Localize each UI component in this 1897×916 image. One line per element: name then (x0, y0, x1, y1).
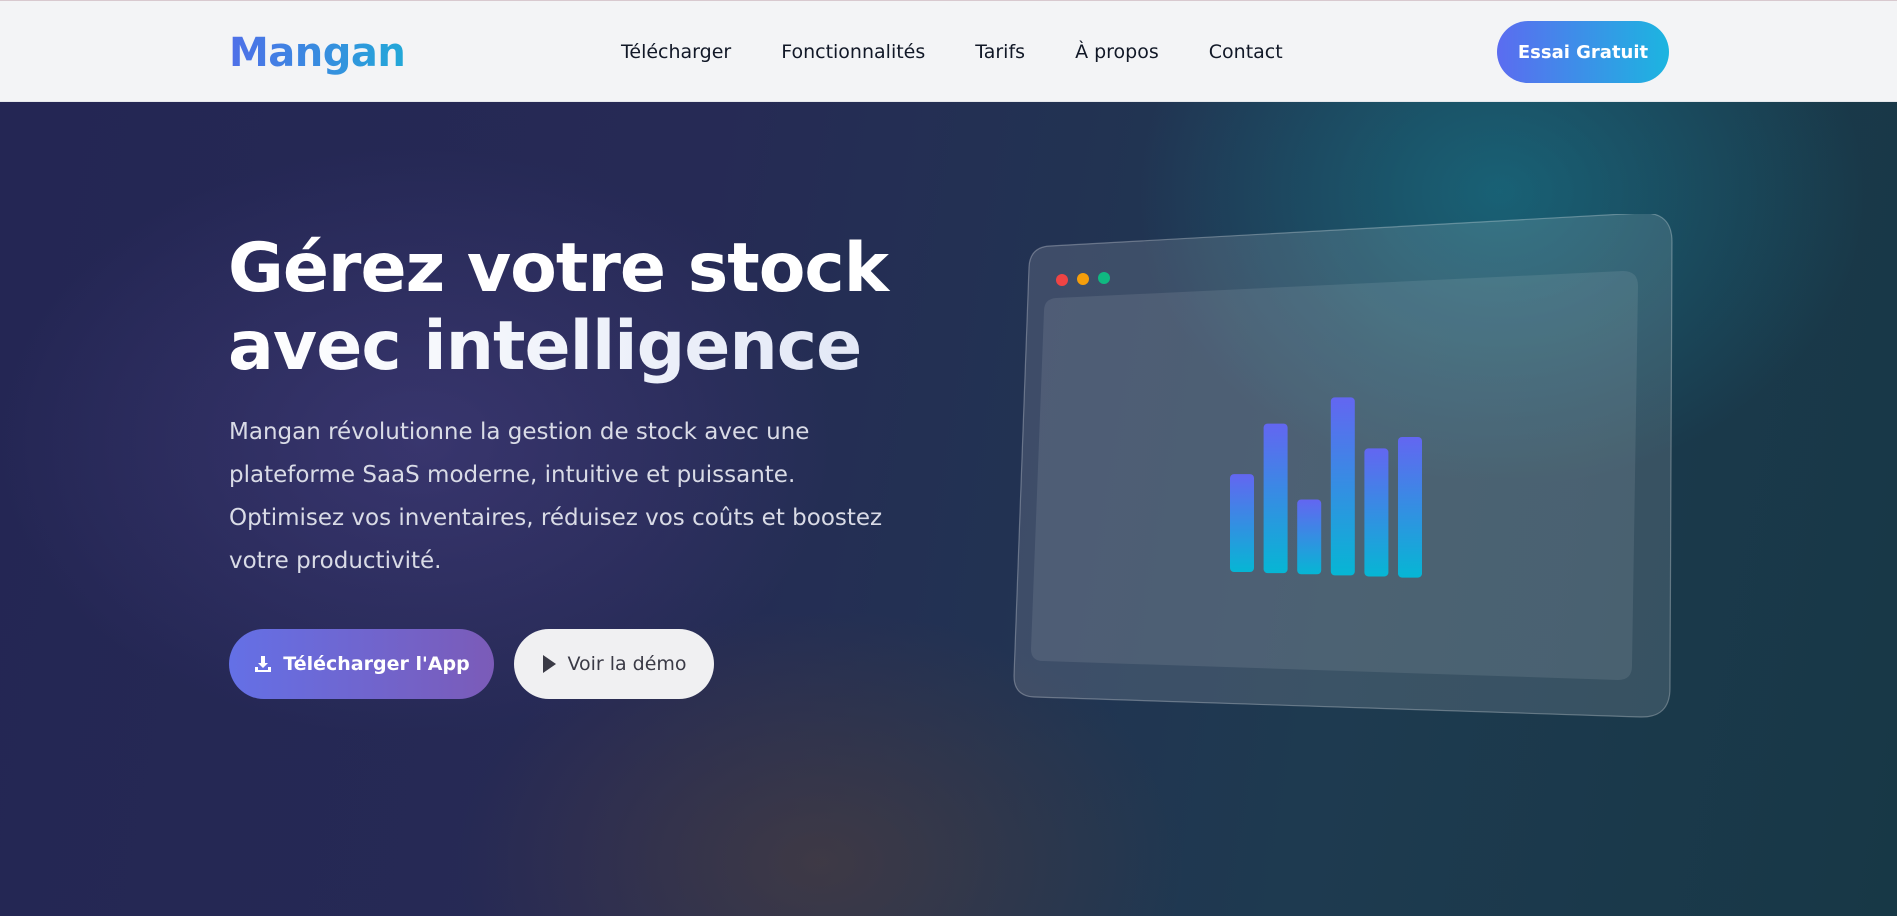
download-app-label: Télécharger l'App (283, 653, 470, 675)
hero-title-line-1: Gérez votre stock (228, 229, 889, 308)
mockup-bar (1330, 397, 1355, 576)
hero-description: Mangan révolutionne la gestion de stock … (229, 419, 883, 574)
hero-title-line-2: avec intelligence (228, 308, 948, 386)
nav-links: Télécharger Fonctionnalités Tarifs À pro… (621, 39, 1283, 65)
dashboard-mockup-graphic (1013, 214, 1673, 718)
watch-demo-button[interactable]: Voir la démo (514, 629, 714, 699)
watch-demo-label: Voir la démo (567, 653, 687, 675)
download-icon (253, 654, 273, 674)
nav-link-telecharger[interactable]: Télécharger (621, 39, 731, 65)
free-trial-button[interactable]: Essai Gratuit (1497, 21, 1669, 83)
mockup-bar (1398, 436, 1422, 578)
nav-link-tarifs[interactable]: Tarifs (975, 39, 1025, 65)
play-icon (541, 654, 557, 674)
download-app-button[interactable]: Télécharger l'App (229, 629, 494, 699)
logo[interactable]: Mangan (229, 29, 406, 77)
mockup-bar (1263, 423, 1288, 574)
dashboard-mockup (1012, 214, 1682, 719)
nav-link-fonctionnalites[interactable]: Fonctionnalités (781, 39, 925, 65)
navbar: Mangan Télécharger Fonctionnalités Tarif… (0, 0, 1897, 102)
hero-section: Gérez votre stock avec intelligence Mang… (0, 102, 1897, 916)
mockup-bar (1364, 448, 1389, 577)
hero-title: Gérez votre stock avec intelligence (228, 230, 948, 386)
mockup-bar (1230, 474, 1254, 572)
nav-link-a-propos[interactable]: À propos (1075, 39, 1159, 65)
window-dot-yellow (1077, 273, 1089, 285)
nav-link-contact[interactable]: Contact (1209, 39, 1283, 65)
window-dot-green (1098, 272, 1110, 284)
window-dot-red (1056, 274, 1068, 286)
mockup-bar (1297, 499, 1322, 575)
